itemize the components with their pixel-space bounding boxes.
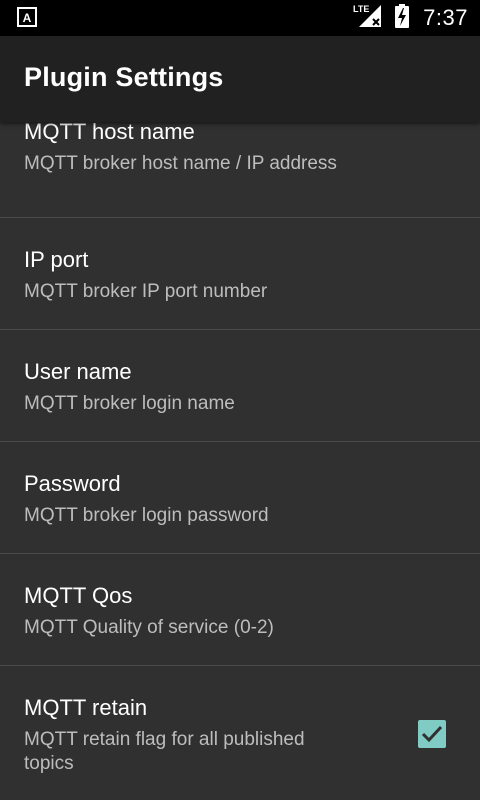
notification-a-icon: A [17, 7, 37, 32]
svg-text:A: A [23, 11, 32, 25]
page-title: Plugin Settings [24, 62, 224, 92]
settings-screen: A LTE 7:37 Plugin Settings MQTT host nam… [0, 0, 480, 800]
pref-summary: MQTT broker IP port number [24, 281, 268, 302]
pref-summary: MQTT broker host name / IP address [24, 153, 337, 174]
pref-password[interactable]: Password MQTT broker login password [0, 442, 480, 554]
pref-title: Password [24, 471, 121, 496]
pref-title: MQTT retain [24, 695, 148, 720]
pref-summary: MQTT Quality of service (0-2) [24, 617, 274, 638]
retain-checkbox[interactable] [418, 720, 446, 748]
pref-ip-port[interactable]: IP port MQTT broker IP port number [0, 218, 480, 330]
svg-text:LTE: LTE [353, 4, 369, 14]
pref-mqtt-retain[interactable]: MQTT retain MQTT retain flag for all pub… [0, 666, 480, 800]
pref-title: IP port [24, 247, 89, 272]
status-icons: LTE 7:37 [353, 0, 468, 36]
pref-summary: MQTT retain flag for all published topic… [24, 729, 305, 774]
signal-icon: LTE [353, 3, 383, 34]
checkmark-icon [421, 725, 443, 743]
pref-mqtt-qos[interactable]: MQTT Qos MQTT Quality of service (0-2) [0, 554, 480, 666]
pref-title: User name [24, 359, 132, 384]
battery-charging-icon [395, 3, 410, 33]
app-bar: Plugin Settings [0, 36, 480, 122]
pref-title: MQTT Qos [24, 583, 133, 608]
pref-title: MQTT host name [24, 119, 195, 144]
status-time: 7:37 [423, 5, 468, 30]
status-bar: A LTE 7:37 [0, 0, 480, 36]
pref-summary: MQTT broker login password [24, 505, 269, 526]
pref-summary: MQTT broker login name [24, 393, 235, 414]
pref-user-name[interactable]: User name MQTT broker login name [0, 330, 480, 442]
pref-mqtt-host-name[interactable]: MQTT host name MQTT broker host name / I… [0, 106, 480, 218]
